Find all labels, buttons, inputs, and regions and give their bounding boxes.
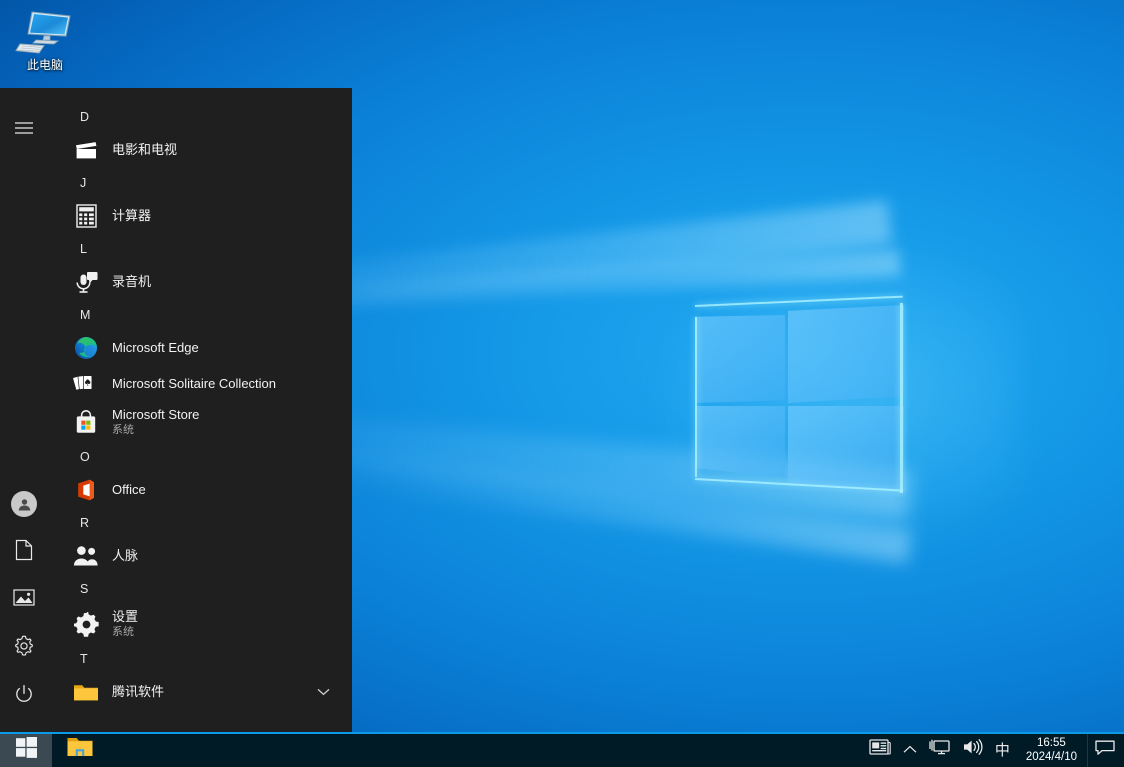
tray-ime-indicator[interactable]: 中 xyxy=(989,732,1016,767)
letter-header-d[interactable]: D xyxy=(48,102,352,132)
chevron-down-icon[interactable] xyxy=(317,683,330,701)
app-item-settings[interactable]: 设置 系统 xyxy=(48,604,352,644)
pictures-button[interactable] xyxy=(0,576,48,624)
app-text: 电影和电视 xyxy=(112,143,177,158)
document-icon xyxy=(15,539,33,566)
tray-overflow-button[interactable] xyxy=(897,732,923,767)
app-item-calculator[interactable]: 计算器 xyxy=(48,198,352,234)
start-menu: D 电影和电视 J xyxy=(0,88,352,732)
app-subtitle: 系统 xyxy=(112,424,199,436)
user-avatar-icon xyxy=(11,491,37,517)
taskbar: 中 16:55 2024/4/10 xyxy=(0,732,1124,767)
office-icon xyxy=(70,476,102,504)
hero-pane-bottom-left xyxy=(695,406,785,478)
letter-header-o[interactable]: O xyxy=(48,442,352,472)
clock-date: 2024/4/10 xyxy=(1026,750,1077,764)
tray-volume-button[interactable] xyxy=(956,732,989,767)
tray-notification-button[interactable] xyxy=(1087,732,1124,767)
app-item-people[interactable]: 人脉 xyxy=(48,538,352,574)
power-button[interactable] xyxy=(0,672,48,720)
solitaire-icon xyxy=(70,370,102,398)
picture-icon xyxy=(13,588,35,612)
windows-logo-icon xyxy=(16,737,37,763)
letter-header-j[interactable]: J xyxy=(48,168,352,198)
app-text: 录音机 xyxy=(112,275,151,290)
app-name: 录音机 xyxy=(112,275,151,290)
app-text: 计算器 xyxy=(112,209,151,224)
app-name: Microsoft Edge xyxy=(112,341,199,356)
app-name: Microsoft Solitaire Collection xyxy=(112,377,276,392)
app-subtitle: 系统 xyxy=(112,626,138,638)
clock-time: 16:55 xyxy=(1037,736,1066,750)
app-item-movies-tv[interactable]: 电影和电视 xyxy=(48,132,352,168)
power-icon xyxy=(14,684,34,709)
chevron-up-icon xyxy=(903,741,917,759)
documents-button[interactable] xyxy=(0,528,48,576)
tray-news-and-interests[interactable] xyxy=(863,732,897,767)
app-text: 腾讯软件 xyxy=(112,685,164,700)
app-name: 设置 xyxy=(112,610,138,625)
app-item-voice-recorder[interactable]: 录音机 xyxy=(48,264,352,300)
app-text: Microsoft Store 系统 xyxy=(112,408,199,436)
store-icon xyxy=(70,408,102,436)
app-item-microsoft-edge[interactable]: Microsoft Edge xyxy=(48,330,352,366)
app-text: 人脉 xyxy=(112,549,138,564)
speaker-icon xyxy=(962,738,983,761)
hero-pane-top-right xyxy=(788,305,904,403)
desktop-icon-this-pc[interactable]: 此电脑 xyxy=(6,8,84,72)
app-text: Office xyxy=(112,483,146,498)
notification-icon xyxy=(1095,739,1115,761)
gear-icon xyxy=(13,635,35,662)
app-name: 人脉 xyxy=(112,549,138,564)
desktop-icon-label: 此电脑 xyxy=(27,58,63,72)
system-tray: 中 16:55 2024/4/10 xyxy=(863,732,1124,767)
hero-pane-bottom-right xyxy=(788,406,904,489)
network-icon xyxy=(929,738,950,761)
app-name: Microsoft Store xyxy=(112,408,199,423)
app-item-microsoft-store[interactable]: Microsoft Store 系统 xyxy=(48,402,352,442)
app-item-microsoft-solitaire-collection[interactable]: Microsoft Solitaire Collection xyxy=(48,366,352,402)
letter-header-s[interactable]: S xyxy=(48,574,352,604)
tray-network-button[interactable] xyxy=(923,732,956,767)
calculator-icon xyxy=(70,202,102,230)
app-name: 电影和电视 xyxy=(112,143,177,158)
voice-recorder-icon xyxy=(70,268,102,296)
hero-edge-left xyxy=(695,317,697,477)
start-menu-rail xyxy=(0,88,48,732)
folder-icon xyxy=(70,678,102,706)
settings-button[interactable] xyxy=(0,624,48,672)
user-account-button[interactable] xyxy=(0,480,48,528)
app-item-office[interactable]: Office xyxy=(48,472,352,508)
start-menu-app-list[interactable]: D 电影和电视 J xyxy=(48,88,352,732)
windows-hero-wallpaper-logo xyxy=(695,285,907,485)
letter-header-l[interactable]: L xyxy=(48,234,352,264)
edge-icon xyxy=(70,334,102,362)
letter-header-m[interactable]: M xyxy=(48,300,352,330)
folder-icon xyxy=(66,735,94,764)
letter-header-t[interactable]: T xyxy=(48,644,352,674)
app-text: Microsoft Solitaire Collection xyxy=(112,377,276,392)
hamburger-menu-button[interactable] xyxy=(0,104,48,152)
app-name: 腾讯软件 xyxy=(112,685,164,700)
hero-pane-top-left xyxy=(695,315,785,403)
start-button[interactable] xyxy=(0,732,52,767)
hero-edge-top xyxy=(695,296,903,307)
taskbar-accent-line xyxy=(0,732,1124,734)
app-name: 计算器 xyxy=(112,209,151,224)
movies-tv-icon xyxy=(70,136,102,164)
hero-edge-right xyxy=(900,303,903,493)
app-name: Office xyxy=(112,483,146,498)
people-icon xyxy=(70,542,102,570)
letter-header-r[interactable]: R xyxy=(48,508,352,538)
tray-clock[interactable]: 16:55 2024/4/10 xyxy=(1016,732,1087,767)
app-text: Microsoft Edge xyxy=(112,341,199,356)
this-pc-icon xyxy=(14,8,76,56)
settings-gear-icon xyxy=(70,610,102,638)
app-item-tencent-folder[interactable]: 腾讯软件 xyxy=(48,674,352,710)
news-and-interests-icon xyxy=(869,738,891,761)
app-text: 设置 系统 xyxy=(112,610,138,638)
taskbar-file-explorer-button[interactable] xyxy=(52,732,108,767)
